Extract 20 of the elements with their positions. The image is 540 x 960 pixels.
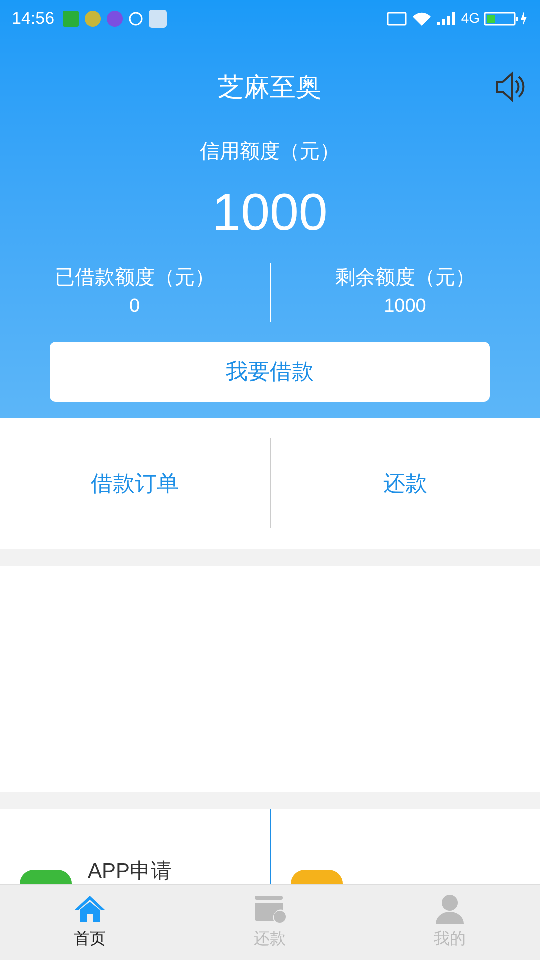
home-icon — [74, 894, 106, 924]
round-app-icon — [106, 10, 123, 26]
status-time: 14:56 — [12, 8, 55, 30]
action-link[interactable]: 借款订单 — [90, 466, 179, 500]
user-icon — [434, 894, 466, 924]
card-icon — [254, 894, 286, 924]
speaker-icon[interactable] — [494, 71, 526, 103]
stat-label: 已借款额度（元） — [54, 266, 215, 291]
app-title: 芝麻至奥 — [218, 70, 322, 104]
service-label[interactable]: APP申请 — [88, 861, 172, 884]
stat-value: 1000 — [384, 295, 426, 319]
stat-label: 剩余额度（元） — [335, 266, 476, 291]
credit-label: 信用额度（元） — [199, 140, 341, 165]
borrow-button[interactable]: 我要借款 — [50, 342, 490, 402]
credit-amount: 1000 — [211, 187, 329, 239]
stat-value: 0 — [129, 295, 140, 319]
nav-tab[interactable]: 首页 — [0, 885, 180, 960]
network-label: 4G — [461, 9, 480, 28]
battery-icon — [484, 10, 528, 26]
action-link[interactable]: 还款 — [383, 466, 428, 500]
